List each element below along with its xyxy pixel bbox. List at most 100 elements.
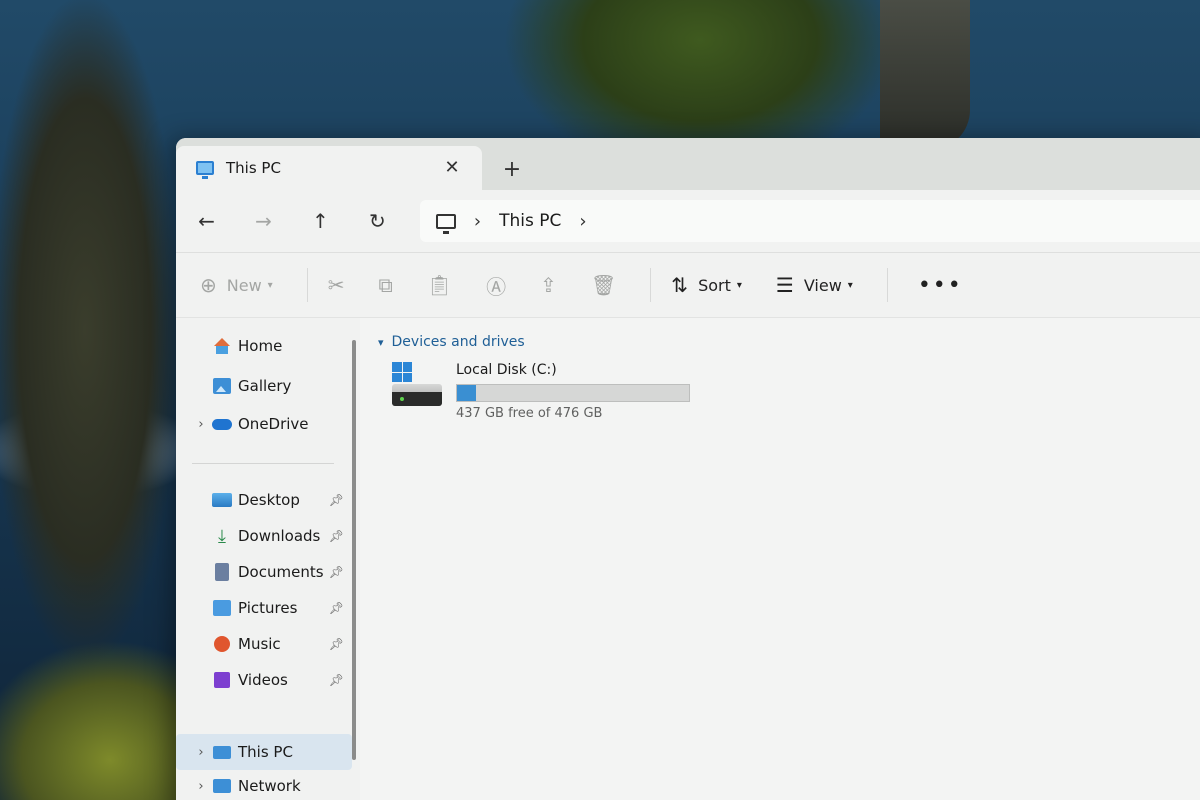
cloud-icon [212,415,232,433]
chevron-right-icon[interactable]: › [190,779,212,794]
share-button[interactable]: ⇪ [540,265,557,305]
home-icon [212,337,232,355]
chevron-right-icon[interactable]: › [579,211,586,232]
sidebar-item-music[interactable]: Music 📌︎ [176,626,352,662]
download-icon: ⤓ [218,525,226,547]
sidebar-item-label: Downloads [238,527,321,545]
sidebar-item-label: Home [238,337,283,355]
sidebar-item-label: Desktop [238,491,300,509]
chevron-right-icon[interactable]: › [190,745,212,760]
sort-arrows-icon: ⇅ [671,273,689,297]
tab-title: This PC [226,159,281,177]
scissors-icon: ✂ [327,273,345,297]
sidebar-item-documents[interactable]: Documents 📌︎ [176,554,352,590]
gallery-icon [212,377,232,395]
copy-icon: ⧉ [378,273,393,297]
trash-icon: 🗑︎ [590,273,617,297]
document-icon [212,563,232,581]
monitor-icon [196,161,214,179]
windows-logo-icon [392,362,412,382]
sidebar-item-network[interactable]: › Network [176,768,352,800]
navigation-bar: ← → ↑ ↻ › This PC › [176,190,1200,252]
sidebar-divider [192,463,334,464]
chevron-right-icon[interactable]: › [190,417,212,432]
back-button[interactable]: ← [188,201,225,241]
sidebar-item-pictures[interactable]: Pictures 📌︎ [176,590,352,626]
new-tab-button[interactable]: + [500,158,524,182]
pin-icon[interactable]: 📌︎ [329,601,344,615]
tab-this-pc[interactable]: This PC ✕ [176,146,482,190]
delete-button[interactable]: 🗑︎ [591,265,616,305]
clipboard-icon: 📋︎ [426,273,453,297]
sidebar-item-label: Network [238,777,301,795]
plus-circle-icon: ⊕ [200,273,217,297]
hard-drive-icon [390,362,446,410]
copy-button[interactable]: ⧉ [378,265,392,305]
cut-button[interactable]: ✂ [328,265,345,305]
drive-usage-bar [456,384,690,402]
pin-icon[interactable]: 📌︎ [329,565,344,579]
view-label: View [803,275,842,295]
more-options-button[interactable]: ••• [918,273,963,298]
sort-label: Sort [698,275,731,295]
navigation-pane: Home Gallery › OneDrive Desktop 📌︎ ⤓ Dow… [176,318,360,800]
drive-usage-fill [457,385,477,401]
drive-free-space: 437 GB free of 476 GB [456,406,603,421]
forward-button[interactable]: → [245,201,282,241]
list-view-icon: ☰ [775,273,794,297]
music-icon [212,635,232,653]
command-divider [650,268,652,302]
sidebar-item-downloads[interactable]: ⤓ Downloads 📌︎ [176,518,352,554]
sidebar-item-home[interactable]: Home [176,328,352,364]
drive-item-c[interactable]: Local Disk (C:) 437 GB free of 476 GB [390,362,710,426]
wallpaper-rock [880,0,970,150]
tab-strip: This PC ✕ + [176,138,1200,190]
paste-button[interactable]: 📋︎ [427,265,452,305]
content-pane: ▾ Devices and drives Local Disk (C:) 437… [360,318,1200,800]
pin-icon[interactable]: 📌︎ [329,529,344,543]
sidebar-item-desktop[interactable]: Desktop 📌︎ [176,482,352,518]
chevron-down-icon: ▾ [847,279,853,291]
devices-section-header[interactable]: ▾ Devices and drives [378,334,525,350]
new-button[interactable]: ⊕ New ▾ [200,265,273,305]
sidebar-item-label: Videos [238,671,288,689]
up-button[interactable]: ↑ [302,201,339,241]
breadcrumb-this-pc[interactable]: This PC [499,211,561,231]
view-button[interactable]: ☰ View ▾ [776,265,853,305]
sidebar-item-label: Documents [238,563,324,581]
share-icon: ⇪ [540,273,557,297]
video-icon [212,671,232,689]
rename-button[interactable]: Ⓐ [486,265,506,305]
new-label: New [226,275,262,295]
sidebar-item-gallery[interactable]: Gallery [176,368,352,404]
command-divider [886,268,888,302]
chevron-down-icon: ▾ [267,279,273,291]
command-divider [306,268,308,302]
computer-icon [212,743,232,761]
pin-icon[interactable]: 📌︎ [329,673,344,687]
pictures-icon [212,599,232,617]
sidebar-item-onedrive[interactable]: › OneDrive [176,406,352,442]
sort-button[interactable]: ⇅ Sort ▾ [671,265,742,305]
sidebar-item-label: OneDrive [238,415,309,433]
rename-icon: Ⓐ [486,274,507,299]
desktop-icon [212,491,232,509]
sidebar-item-label: This PC [238,743,293,761]
sidebar-item-label: Gallery [238,377,292,395]
network-icon [212,777,232,795]
drive-name: Local Disk (C:) [456,362,557,378]
sidebar-scrollbar[interactable] [352,340,356,760]
command-bar: ⊕ New ▾ ✂ ⧉ 📋︎ Ⓐ ⇪ 🗑︎ ⇅ Sort ▾ ☰ View ▾ … [176,252,1200,318]
sidebar-item-label: Pictures [238,599,298,617]
pin-icon[interactable]: 📌︎ [329,637,344,651]
sidebar-item-this-pc[interactable]: › This PC [176,734,352,770]
pin-icon[interactable]: 📌︎ [329,493,344,507]
chevron-right-icon[interactable]: › [474,211,481,232]
close-tab-icon[interactable]: ✕ [440,156,464,180]
file-explorer-window: This PC ✕ + ← → ↑ ↻ › This PC › ⊕ New ▾ … [176,138,1200,800]
refresh-button[interactable]: ↻ [359,201,396,241]
sidebar-item-videos[interactable]: Videos 📌︎ [176,662,352,698]
sidebar-item-label: Music [238,635,281,653]
address-bar[interactable]: › This PC › [419,200,1200,242]
this-pc-icon [435,213,456,234]
